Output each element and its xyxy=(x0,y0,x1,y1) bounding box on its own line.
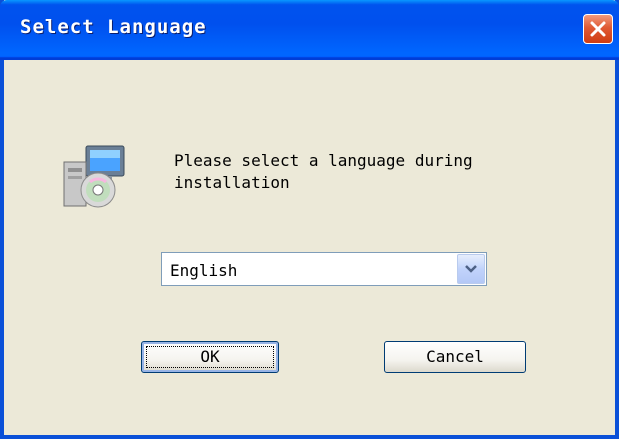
close-icon xyxy=(590,21,606,37)
prompt-text: Please select a language during installa… xyxy=(174,151,473,192)
language-select-value: English xyxy=(170,261,238,280)
chevron-down-icon xyxy=(465,265,477,273)
close-button[interactable] xyxy=(583,14,613,44)
window-title: Select Language xyxy=(20,16,207,38)
ok-button-label: OK xyxy=(200,347,220,366)
ok-button[interactable]: OK xyxy=(141,341,279,373)
installer-icon xyxy=(60,144,130,214)
cancel-button[interactable]: Cancel xyxy=(384,341,526,373)
cancel-button-label: Cancel xyxy=(426,347,484,366)
language-select[interactable]: English xyxy=(161,252,487,286)
dialog-window: Select Language Please select a language… xyxy=(0,0,619,439)
title-bar[interactable]: Select Language xyxy=(0,0,619,60)
language-dropdown-button[interactable] xyxy=(457,254,485,284)
